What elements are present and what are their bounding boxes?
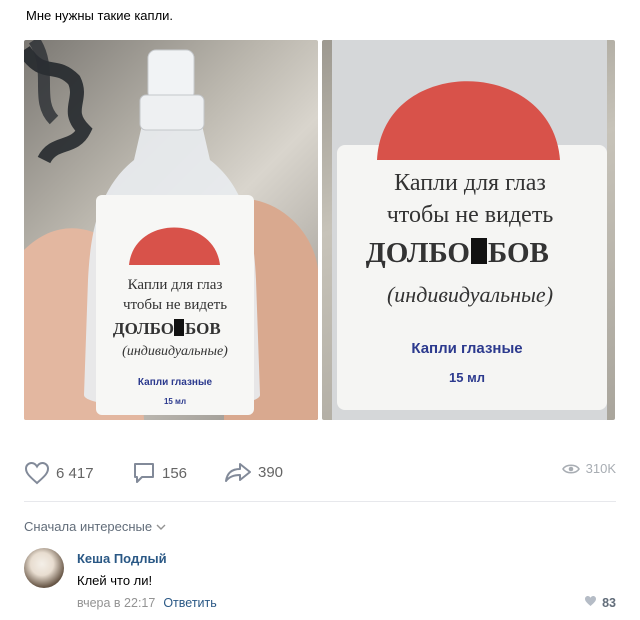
label-line1: Капли для глаз	[394, 170, 546, 196]
views-count: 310K	[585, 461, 616, 476]
label-line2: чтобы не видеть	[387, 202, 554, 228]
comment-button[interactable]: 156	[132, 461, 187, 485]
label-line3b: БОВ	[185, 319, 221, 338]
heart-icon	[584, 595, 597, 610]
post-text: Мне нужны такие капли.	[26, 8, 174, 23]
sort-label: Сначала интересные	[24, 519, 153, 534]
label-line1: Капли для глаз	[128, 277, 223, 293]
comment-text: Клей что ли!	[77, 573, 153, 588]
label-line4: (индивидуальные)	[387, 282, 553, 307]
label-line3a: ДОЛБО	[366, 237, 470, 269]
avatar[interactable]	[24, 548, 64, 588]
comment-meta: вчера в 22:17 Ответить	[77, 596, 217, 610]
comments-count: 156	[162, 464, 188, 482]
comments-sort-dropdown[interactable]: Сначала интересные	[24, 519, 166, 534]
comment-icon	[132, 461, 156, 485]
likes-count: 6 417	[56, 464, 94, 482]
label-line6: 15 мл	[164, 397, 186, 406]
chevron-down-icon	[156, 519, 166, 534]
share-icon	[224, 461, 252, 483]
photo-label-closeup[interactable]: Капли для глаз чтобы не видеть ДОЛБО БОВ…	[322, 40, 615, 420]
comment-likes-count: 83	[602, 595, 616, 610]
heart-icon	[24, 461, 50, 485]
comment-like-button[interactable]: 83	[584, 595, 616, 610]
views-counter: 310K	[561, 461, 616, 476]
label-line6: 15 мл	[449, 370, 485, 385]
photo-hand-bottle[interactable]: Капли для глаз чтобы не видеть ДОЛБО БОВ…	[24, 40, 318, 420]
censor-block	[471, 238, 487, 264]
label-line5: Капли глазные	[138, 377, 213, 388]
divider	[24, 501, 616, 502]
label-line3a: ДОЛБО	[113, 319, 174, 338]
label-line5: Капли глазные	[411, 340, 522, 357]
censor-block	[174, 319, 184, 336]
reply-button[interactable]: Ответить	[163, 596, 216, 610]
post-photos: Капли для глаз чтобы не видеть ДОЛБО БОВ…	[24, 40, 615, 420]
label-line3b: БОВ	[488, 237, 549, 269]
label-line2: чтобы не видеть	[123, 297, 227, 313]
like-button[interactable]: 6 417	[24, 461, 94, 485]
comment-author[interactable]: Кеша Подлый	[77, 551, 167, 566]
post-actions: 6 417 156 390 310K	[24, 455, 616, 491]
label-line4: (индивидуальные)	[122, 344, 228, 359]
eye-icon	[561, 463, 580, 475]
shares-count: 390	[258, 463, 284, 481]
comment-time[interactable]: вчера в 22:17	[77, 596, 155, 610]
share-button[interactable]: 390	[224, 461, 283, 483]
